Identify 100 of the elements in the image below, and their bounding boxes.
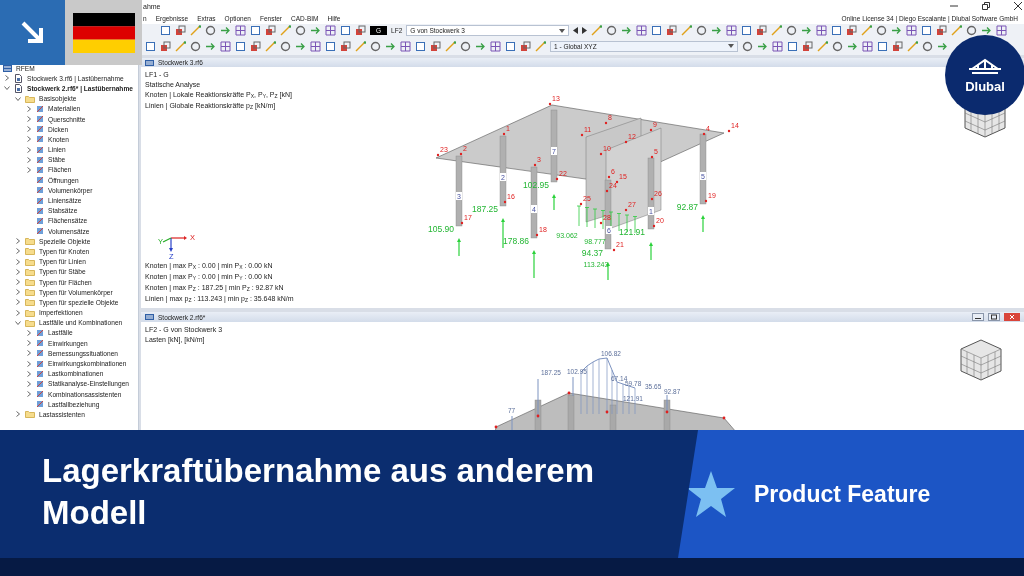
tool-icon[interactable]	[636, 25, 648, 36]
tool-icon[interactable]	[520, 40, 531, 52]
node-point	[502, 132, 506, 136]
tool-icon[interactable]	[787, 40, 798, 52]
tool-icon[interactable]	[430, 40, 441, 52]
chevron-right-icon[interactable]	[15, 289, 21, 296]
tool-icon[interactable]	[936, 25, 948, 36]
tool-icon[interactable]	[370, 40, 381, 52]
tool-icon[interactable]	[355, 25, 366, 36]
tool-icon[interactable]	[651, 25, 663, 36]
tool-icon[interactable]	[235, 40, 246, 52]
chevron-down-icon[interactable]	[4, 85, 10, 92]
tool-icon[interactable]	[340, 40, 351, 52]
tool-icon[interactable]	[666, 25, 678, 36]
tool-icon[interactable]	[265, 25, 276, 36]
tool-icon[interactable]	[325, 40, 336, 52]
minimize-icon[interactable]	[972, 313, 984, 321]
tool-icon[interactable]	[741, 25, 753, 36]
axis-drawing	[162, 236, 187, 252]
tool-icon[interactable]	[400, 40, 411, 52]
node-point	[605, 189, 609, 193]
tool-icon[interactable]	[981, 25, 993, 36]
chevron-right-icon[interactable]	[4, 75, 10, 82]
tool-icon[interactable]	[742, 40, 753, 52]
node-point	[535, 233, 539, 237]
tool-icon[interactable]	[505, 40, 516, 52]
tool-icon[interactable]	[832, 40, 843, 52]
close-icon[interactable]	[1014, 2, 1022, 10]
chevron-down-icon[interactable]	[15, 319, 21, 326]
chevron-right-icon[interactable]	[26, 116, 32, 123]
reaction-arrow	[532, 250, 536, 279]
tool-icon[interactable]	[846, 25, 858, 36]
chevron-right-icon[interactable]	[15, 248, 21, 255]
chevron-right-icon[interactable]	[26, 166, 32, 173]
tool-icon[interactable]	[996, 25, 1008, 36]
tool-icon[interactable]	[786, 25, 798, 36]
tool-icon[interactable]	[250, 25, 261, 36]
tool-icon[interactable]	[921, 25, 933, 36]
load-arrow	[592, 208, 598, 229]
tool-icon[interactable]	[726, 25, 738, 36]
chevron-right-icon[interactable]	[26, 126, 32, 133]
reaction-value: 121.91	[619, 227, 645, 237]
tool-icon[interactable]	[490, 40, 501, 52]
tool-icon[interactable]	[325, 25, 336, 36]
column-member	[499, 135, 507, 207]
chevron-right-icon[interactable]	[26, 380, 32, 387]
chevron-right-icon[interactable]	[26, 391, 32, 398]
chevron-right-icon[interactable]	[26, 156, 32, 163]
chevron-right-icon[interactable]	[15, 279, 21, 286]
tool-icon[interactable]	[892, 40, 903, 52]
tool-icon[interactable]	[966, 25, 978, 36]
chevron-right-icon[interactable]	[15, 411, 21, 418]
restore-icon[interactable]	[982, 2, 990, 10]
next-icon[interactable]	[582, 27, 588, 34]
chevron-right-icon[interactable]	[15, 268, 21, 275]
tool-icon[interactable]	[922, 40, 933, 52]
tool-icon[interactable]	[876, 25, 888, 36]
tool-icon[interactable]	[160, 25, 171, 36]
chevron-down-icon[interactable]	[15, 95, 21, 102]
maximize-icon[interactable]	[988, 313, 1000, 321]
previous-icon[interactable]	[573, 27, 579, 34]
node-point	[579, 202, 583, 206]
tool-icon[interactable]	[756, 25, 768, 36]
chevron-right-icon[interactable]	[26, 329, 32, 336]
tool-icon[interactable]	[310, 40, 321, 52]
chevron-right-icon[interactable]	[26, 136, 32, 143]
chevron-right-icon[interactable]	[15, 299, 21, 306]
chevron-right-icon[interactable]	[26, 146, 32, 153]
tool-icon[interactable]	[606, 25, 618, 36]
chevron-right-icon[interactable]	[26, 370, 32, 377]
tool-icon[interactable]	[205, 25, 216, 36]
tool-icon[interactable]	[250, 40, 261, 52]
tool-icon[interactable]	[295, 25, 306, 36]
tool-icon[interactable]	[696, 25, 708, 36]
tool-icon[interactable]	[190, 40, 201, 52]
load-arrow	[576, 205, 582, 227]
chevron-right-icon[interactable]	[26, 350, 32, 357]
chevron-right-icon[interactable]	[15, 258, 21, 265]
tool-icon[interactable]	[831, 25, 843, 36]
tool-icon[interactable]	[802, 40, 813, 52]
tool-icon[interactable]	[145, 40, 156, 52]
chevron-right-icon[interactable]	[15, 238, 21, 245]
tool-icon[interactable]	[460, 40, 471, 52]
tool-icon[interactable]	[772, 40, 783, 52]
tool-icon[interactable]	[816, 25, 828, 36]
tool-icon[interactable]	[340, 25, 351, 36]
node-point	[503, 200, 507, 204]
tool-icon[interactable]	[160, 40, 171, 52]
chevron-right-icon[interactable]	[26, 340, 32, 347]
chevron-right-icon[interactable]	[15, 309, 21, 316]
tool-icon[interactable]	[280, 40, 291, 52]
tool-icon[interactable]	[415, 40, 426, 52]
tool-icon[interactable]	[862, 40, 873, 52]
chevron-right-icon[interactable]	[26, 360, 32, 367]
tool-icon[interactable]	[235, 25, 246, 36]
tool-icon[interactable]	[175, 25, 186, 36]
tool-icon[interactable]	[906, 25, 918, 36]
tool-icon[interactable]	[220, 40, 231, 52]
tool-icon[interactable]	[877, 40, 888, 52]
chevron-right-icon[interactable]	[26, 105, 32, 112]
